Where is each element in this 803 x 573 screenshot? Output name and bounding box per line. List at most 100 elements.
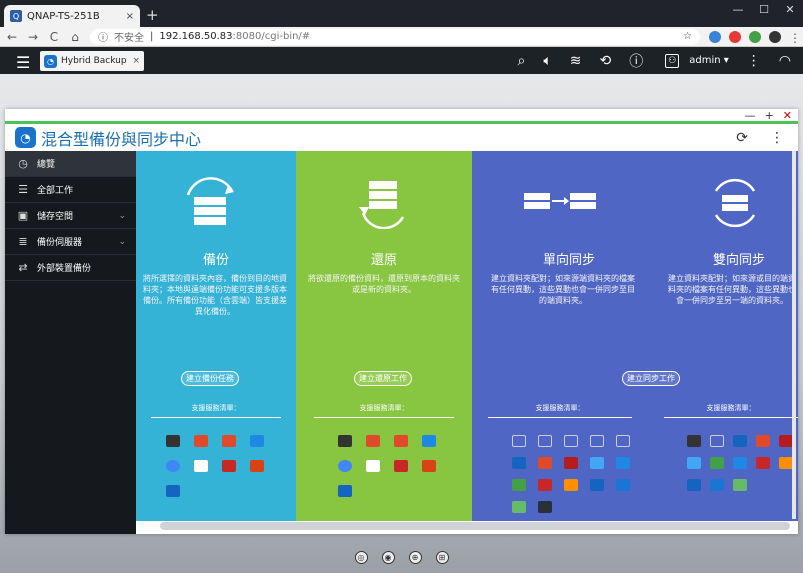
dashboard-icon[interactable]: ◠	[779, 53, 791, 69]
one-way-sync-icon	[524, 193, 596, 209]
restore-server-icon	[359, 181, 405, 229]
tasks-icon[interactable]: ≋	[570, 53, 582, 69]
chevron-down-icon: ⌄	[118, 210, 126, 221]
profile-avatar-icon[interactable]	[769, 30, 781, 43]
external-device-icon: ⇄	[18, 261, 28, 274]
app-minimize-button[interactable]: —	[745, 109, 756, 122]
dock-icon-1[interactable]: ◎	[354, 550, 368, 564]
two-way-sync-service-logos	[687, 435, 793, 491]
chrome-menu-icon[interactable]: ⋮	[789, 31, 801, 45]
back-button[interactable]: ←	[6, 30, 18, 44]
one-way-sync-description: 建立資料夾配對；如來源端資料夾的檔案有任何異動，這些異動也會一併同步至目的端資料…	[491, 274, 635, 305]
huawei-icon	[222, 460, 236, 472]
close-tab-icon[interactable]: ×	[126, 11, 134, 22]
two-way-sync-icon	[714, 178, 756, 228]
sidebar-item-external-backup[interactable]: ⇄ 外部裝置備份	[5, 255, 136, 281]
close-app-tab-icon[interactable]: ×	[132, 56, 140, 66]
rsync-icon	[538, 435, 552, 447]
restore-description: 將欲還原的備份資料，還原到原本的資料夾或是新的資料夾。	[308, 274, 460, 294]
dock-icon-3[interactable]: ⊕	[408, 550, 422, 564]
more-icon[interactable]: ⋮	[770, 130, 784, 146]
huawei-icon	[756, 457, 770, 469]
more-options-icon[interactable]: ⋮	[747, 53, 761, 69]
close-window-button[interactable]: ✕	[777, 0, 803, 18]
new-tab-button[interactable]: +	[146, 6, 159, 24]
two-way-sync-title: 雙向同步	[712, 253, 765, 268]
dock-icon-4[interactable]: ⊞	[435, 550, 449, 564]
translate-extension-icon[interactable]	[709, 30, 721, 43]
bookmark-star-icon[interactable]: ☆	[683, 31, 692, 42]
qnap-nas-icon	[687, 435, 701, 447]
backup-description: 將所選擇的資料夾內容，備份到目的地資料夾；本地與遠端備份功能可支援多版本備份。所…	[143, 274, 287, 316]
google-drive-icon	[512, 479, 526, 491]
hicloud-icon	[166, 485, 180, 497]
sidebar-item-overview[interactable]: ◷ 總覽	[5, 151, 136, 177]
google-drive-icon	[710, 457, 724, 469]
browser-tab[interactable]: Q QNAP-TS-251B ×	[4, 5, 140, 27]
onedrive-icon	[710, 479, 724, 491]
onedrive-icon	[366, 460, 380, 472]
huawei-icon	[394, 460, 408, 472]
horizontal-scrollbar[interactable]	[160, 522, 790, 530]
webdav-icon	[590, 435, 604, 447]
sidebar-item-label: 儲存空間	[37, 212, 74, 222]
reload-button[interactable]: C	[48, 30, 60, 44]
main-menu-icon[interactable]: ☰	[16, 53, 30, 72]
opera-extension-icon[interactable]	[729, 30, 741, 43]
search-icon[interactable]: ⌕	[518, 53, 526, 69]
sidebar-item-label: 備份伺服器	[37, 238, 83, 248]
create-sync-job-button[interactable]: 建立同步工作	[622, 371, 680, 386]
desktop-dock: ◎ ◉ ⊕ ⊞	[0, 541, 803, 573]
qts-app-tab[interactable]: ◔ Hybrid Backup Sync... ×	[40, 51, 144, 71]
maximize-button[interactable]: ☐	[751, 0, 777, 18]
address-bar: ← → C ⌂ ⓘ 不安全 | 192.168.50.83:8080/cgi-b…	[0, 27, 803, 47]
restore-service-logos	[338, 435, 436, 497]
forward-button[interactable]: →	[27, 30, 39, 44]
app-maximize-button[interactable]: +	[765, 109, 774, 122]
box-icon	[590, 457, 604, 469]
backblaze-icon	[564, 457, 578, 469]
refresh-icon[interactable]: ⟳	[736, 130, 748, 146]
url-input[interactable]: ⓘ 不安全 | 192.168.50.83:8080/cgi-bin/# ☆	[90, 28, 700, 45]
one-way-sync-service-logos	[512, 435, 630, 513]
hidrive-icon	[512, 457, 526, 469]
sync-icon[interactable]: ⟲	[600, 53, 612, 69]
app-close-button[interactable]: ✕	[783, 109, 792, 122]
local-icon	[710, 435, 724, 447]
cifs-icon	[564, 435, 578, 447]
sugarsync-icon	[512, 501, 526, 513]
minimize-button[interactable]: —	[725, 0, 751, 18]
chevron-down-icon: ⌄	[118, 236, 126, 247]
volume-icon[interactable]: 🔈︎	[543, 53, 551, 69]
home-button[interactable]: ⌂	[69, 30, 81, 44]
aws-icon	[194, 435, 208, 447]
sidebar-item-label: 全部工作	[37, 186, 74, 196]
hicloud-icon	[590, 479, 604, 491]
dock-icon-2[interactable]: ◉	[381, 550, 395, 564]
sidebar-item-all-jobs[interactable]: ☰ 全部工作	[5, 177, 136, 203]
overview-content: 備份 將所選擇的資料夾內容，備份到目的地資料夾；本地與遠端備份功能可支援多版本備…	[136, 151, 798, 521]
username-label: admin ▾	[689, 55, 729, 66]
azure-icon	[422, 435, 436, 447]
norton-extension-icon[interactable]	[749, 30, 761, 43]
sidebar-item-storage[interactable]: ▣ 儲存空間 ⌄	[5, 203, 136, 229]
ftp-icon	[512, 435, 526, 447]
create-restore-job-button[interactable]: 建立還原工作	[354, 371, 412, 386]
hbs-app-window: — + ✕ ◔ 混合型備份與同步中心 ⟳ ⋮ ◷ 總覽 ☰ 全部工作 ▣ 儲存空…	[5, 109, 798, 534]
url-host: 192.168.50.83	[159, 31, 233, 42]
create-backup-job-button[interactable]: 建立備份任務	[181, 371, 239, 386]
backup-panel: 備份 將所選擇的資料夾內容，備份到目的地資料夾；本地與遠端備份功能可支援多版本備…	[136, 151, 296, 521]
hicloud-icon	[687, 479, 701, 491]
azure-icon	[250, 435, 264, 447]
server-icon: ≣	[18, 235, 28, 248]
user-menu[interactable]: ⚇ admin ▾	[661, 53, 729, 68]
qnap-nas-icon	[166, 435, 180, 447]
sidebar-item-backup-server[interactable]: ≣ 備份伺服器 ⌄	[5, 229, 136, 255]
info-icon[interactable]: ⓘ	[629, 51, 643, 71]
info-icon[interactable]: ⓘ	[98, 29, 108, 44]
vertical-scrollbar[interactable]	[792, 151, 796, 519]
one-way-sync-supported-label: 支援服務清單：	[488, 403, 632, 418]
qts-toolbar: ⌕ 🔈︎ ≋ ⟲ ⓘ ⚇ admin ▾ ⋮ ◠	[518, 47, 791, 74]
backup-supported-services-label: 支援服務清單：	[151, 403, 281, 418]
insecure-label: 不安全	[114, 33, 144, 44]
